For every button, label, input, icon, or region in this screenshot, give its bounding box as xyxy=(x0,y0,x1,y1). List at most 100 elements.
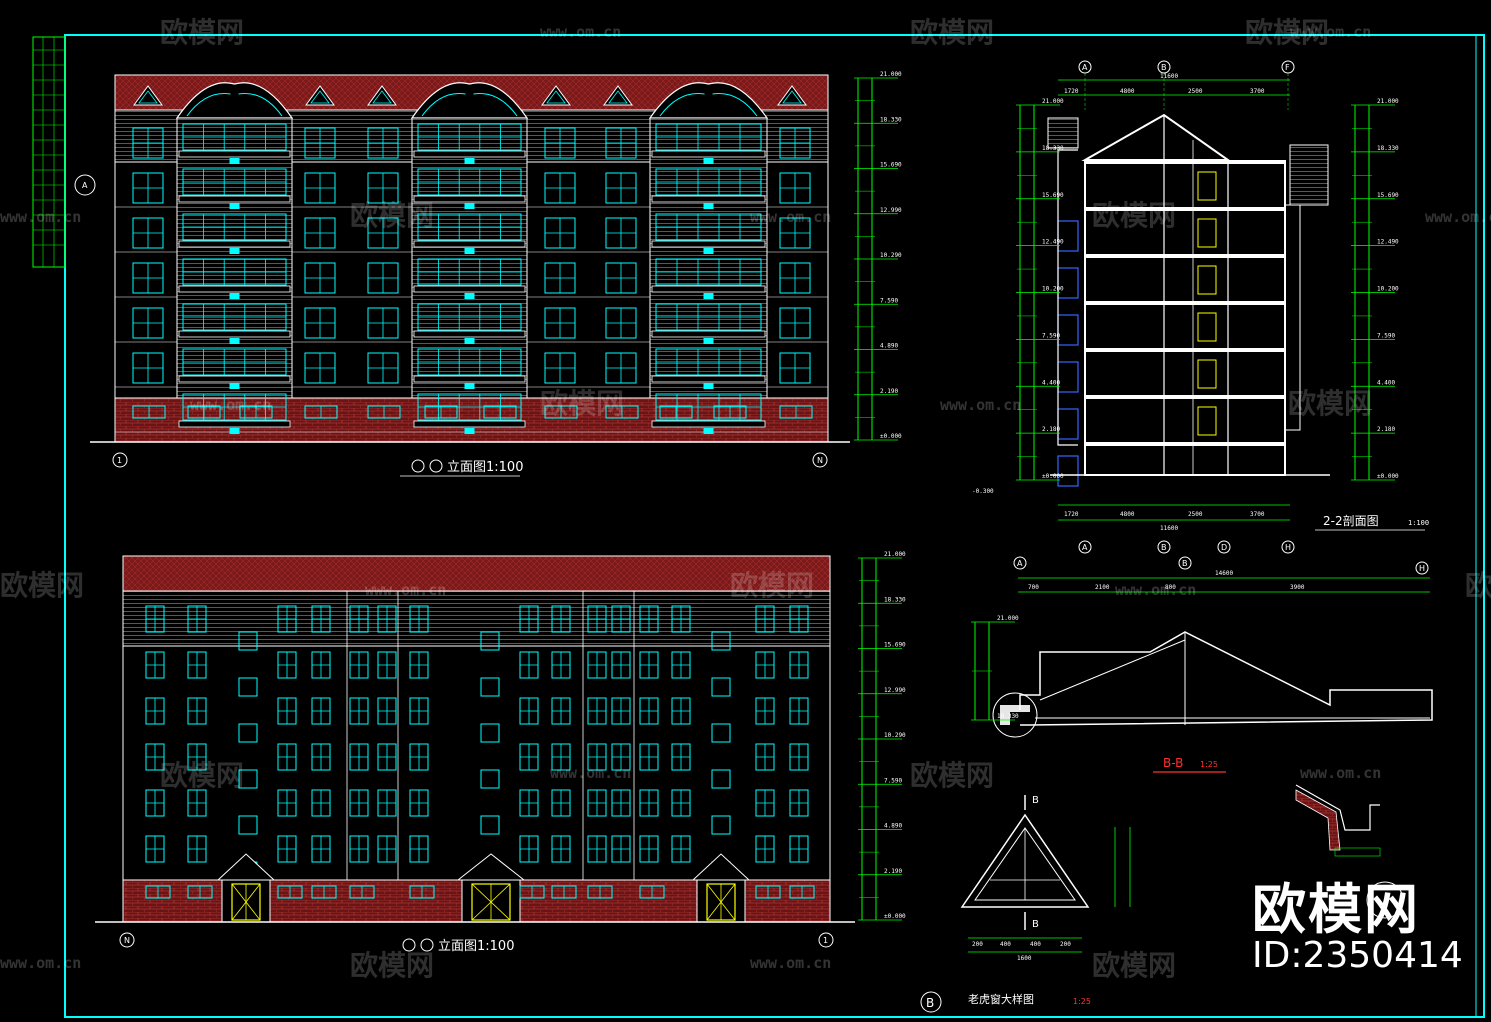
watermark-brand: 欧模网 xyxy=(910,16,994,49)
title-block-strip xyxy=(32,36,66,268)
dormer-dim: 400 xyxy=(1000,941,1011,948)
section-2-2: A B F 11600 1720 4800 2500 3700 21.000 18.330 15.6… xyxy=(972,60,1399,554)
vent xyxy=(464,293,475,299)
watermark-url: www.om.cn xyxy=(750,954,831,972)
stair-opening xyxy=(1197,218,1217,248)
watermark-brand: 欧模网 xyxy=(540,387,624,420)
balcony-rail xyxy=(413,375,526,383)
balcony-window-section xyxy=(1057,220,1079,252)
watermark-brand: 欧模网 xyxy=(1092,199,1176,232)
section-right-level-label: 18.330 xyxy=(1377,145,1399,152)
balcony-window-section xyxy=(1057,267,1079,299)
section-roof xyxy=(1081,113,1232,161)
balcony-rail xyxy=(413,285,526,293)
stair-opening xyxy=(1197,312,1217,342)
watermark-url: www.om.cn xyxy=(550,764,631,782)
bb-total-dim: 14600 xyxy=(1215,570,1233,577)
vent xyxy=(464,428,475,434)
section-axis-bottom-label: B xyxy=(1161,543,1167,552)
vent xyxy=(703,428,714,434)
balcony-rail xyxy=(651,375,766,383)
rear-elevation: N 1 21.000 18.330 15.690 12.990 10.290 7.590 4.8… xyxy=(95,551,906,948)
vent xyxy=(464,248,475,254)
vent xyxy=(229,248,240,254)
rear-upper-siding xyxy=(122,590,831,647)
watermark-url: www.om.cn xyxy=(1290,23,1371,41)
front-axis-start-label: 1 xyxy=(117,456,122,465)
section-bb-title: B-B xyxy=(1163,756,1183,770)
front-elevation-title-group: 立面图1:100 xyxy=(400,459,523,477)
watermark-url: www.om.cn xyxy=(750,208,831,226)
balcony-window-section xyxy=(1057,361,1079,393)
section-bb-scale: 1:25 xyxy=(1200,760,1218,769)
front-elevation-title: 立面图1:100 xyxy=(447,460,523,475)
eave-detail-section xyxy=(1295,789,1341,851)
section-axis-top-label: B xyxy=(1161,63,1167,72)
section-roof-eave-left xyxy=(1047,117,1079,149)
balcony-rail xyxy=(651,420,766,428)
section-axis-bottom-label: D xyxy=(1221,543,1227,552)
bb-dim: 3900 xyxy=(1290,584,1305,591)
vent xyxy=(703,338,714,344)
section-left-level-label: 12.490 xyxy=(1042,239,1064,246)
balcony-rail xyxy=(413,420,526,428)
balcony-window-section xyxy=(1057,408,1079,440)
section-total-top: 11600 xyxy=(1160,73,1178,80)
bb-dim: 700 xyxy=(1028,584,1039,591)
balcony-rail xyxy=(651,150,766,158)
section-right-level-label: ±0.000 xyxy=(1377,473,1399,480)
watermark-url: www.om.cn xyxy=(940,396,1021,414)
balcony-rail xyxy=(651,240,766,248)
section-right-level-label: 15.690 xyxy=(1377,192,1399,199)
bb-level-label: 21.000 xyxy=(997,615,1019,622)
watermark-url: www.om.cn xyxy=(1300,764,1381,782)
section-axis-top-label: A xyxy=(1082,63,1088,72)
dormer-dim: 200 xyxy=(1060,941,1071,948)
stair-opening xyxy=(1197,359,1217,389)
front-level-label: 4.890 xyxy=(880,343,898,350)
rear-level-label: 18.330 xyxy=(884,596,906,603)
watermark-url: www.om.cn xyxy=(1115,581,1196,599)
section-2-2-title: 2-2剖面图 xyxy=(1323,514,1379,528)
vent xyxy=(229,203,240,209)
bb-dim: 2100 xyxy=(1095,584,1110,591)
dormer-scale: 1:25 xyxy=(1073,997,1091,1006)
rear-axis-end-label: 1 xyxy=(823,936,828,945)
section-right-level-label: 7.590 xyxy=(1377,332,1395,339)
vent xyxy=(464,383,475,389)
rear-level-label: ±0.000 xyxy=(884,913,906,920)
watermark-brand: 欧模网 xyxy=(0,569,84,602)
brand-logo-text: 欧模网 xyxy=(1252,878,1420,941)
section-2-2-scale: 1:100 xyxy=(1408,519,1429,527)
bb-level-label: 18.330 xyxy=(997,713,1019,720)
bb-axis-label: H xyxy=(1419,564,1425,573)
section-dim-bottom: 2500 xyxy=(1188,511,1203,518)
front-level-label: 12.990 xyxy=(880,207,902,214)
section-floor-slab xyxy=(1085,395,1285,399)
dormer-marker: B xyxy=(926,996,934,1010)
balcony-rail xyxy=(178,285,291,293)
section-left-level-label: 10.200 xyxy=(1042,286,1064,293)
watermark-url: www.om.cn xyxy=(190,396,271,414)
vent xyxy=(703,383,714,389)
rear-elevation-title: 立面图1:100 xyxy=(438,939,514,954)
vent xyxy=(229,293,240,299)
vent xyxy=(229,383,240,389)
dormer-dim: 200 xyxy=(972,941,983,948)
watermark-brand: 欧模网 xyxy=(350,199,434,232)
section-right-level-label: 21.000 xyxy=(1377,98,1399,105)
vent xyxy=(229,338,240,344)
section-floor-slab xyxy=(1085,348,1285,352)
section-dim-top: 3700 xyxy=(1250,88,1265,95)
front-level-label: 10.290 xyxy=(880,252,902,259)
rear-level-label: 10.290 xyxy=(884,732,906,739)
section-dim-top: 2500 xyxy=(1188,88,1203,95)
dormer-cut-label-top: B xyxy=(1032,795,1039,806)
bb-axis-label: A xyxy=(1017,559,1023,568)
front-level-label: 15.690 xyxy=(880,162,902,169)
section-left-level-label: ±0.000 xyxy=(1042,473,1064,480)
vent xyxy=(464,158,475,164)
watermark-brand: 欧模网 xyxy=(910,759,994,792)
watermark-brand: 欧模网 xyxy=(350,949,434,982)
section-floor-slab xyxy=(1085,442,1285,446)
